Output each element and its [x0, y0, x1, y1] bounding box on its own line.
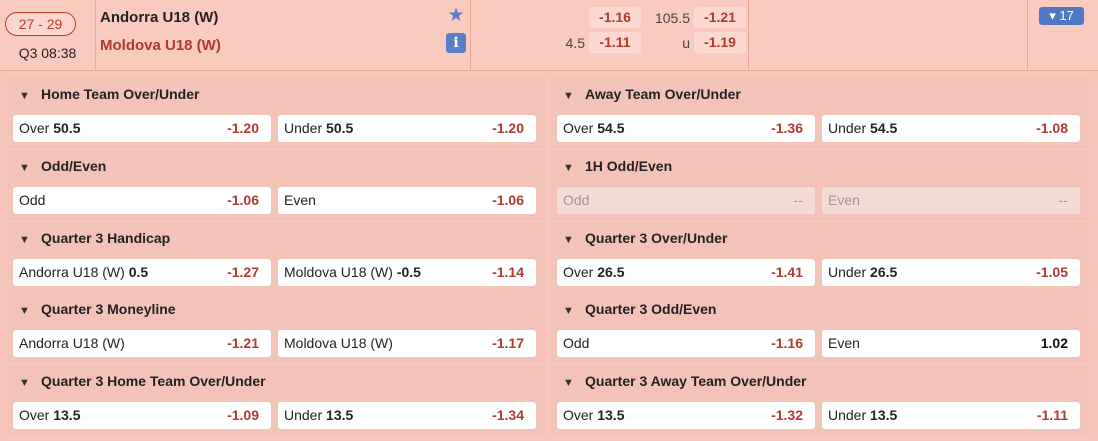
market-panel: ▼ Away Team Over/Under Over 54.5 -1.36 Und…: [551, 78, 1089, 148]
selection-button[interactable]: Over 54.5 -1.36: [557, 115, 815, 142]
chevron-down-icon: ▼: [19, 162, 30, 174]
chevron-down-icon: ▼: [563, 305, 574, 317]
market-panel: ▼ Quarter 3 Home Team Over/Under Over 13.…: [7, 365, 545, 435]
home-team-name[interactable]: Andorra U18 (W): [100, 9, 218, 26]
market-panel: ▼ Quarter 3 Odd/Even Odd -1.16 Even 1.02: [551, 293, 1089, 363]
market-title[interactable]: ▼ Home Team Over/Under: [19, 86, 199, 102]
market-panel: ▼ Quarter 3 Over/Under Over 26.5 -1.41 Und…: [551, 222, 1089, 292]
market-title[interactable]: ▼ Quarter 3 Home Team Over/Under: [19, 373, 266, 389]
selection-button[interactable]: Moldova U18 (W) -0.5 -1.14: [278, 259, 536, 286]
match-header: 27 - 29 Q3 08:38 Andorra U18 (W) Moldova…: [0, 0, 1098, 71]
chevron-down-icon: ▼: [19, 305, 30, 317]
selection-button[interactable]: Odd -1.06: [13, 187, 271, 214]
selection-button[interactable]: Over 13.5 -1.09: [13, 402, 271, 429]
selection-button[interactable]: Even 1.02: [822, 330, 1080, 357]
market-title[interactable]: ▼ Quarter 3 Odd/Even: [563, 301, 716, 317]
chevron-down-icon: ▼: [19, 90, 30, 102]
under-label: u: [682, 35, 690, 51]
selection-button[interactable]: Even -1.06: [278, 187, 536, 214]
chevron-down-icon: ▼: [563, 377, 574, 389]
info-icon[interactable]: i: [446, 33, 466, 53]
handicap-home-odds[interactable]: -1.16: [589, 7, 641, 28]
selection-button[interactable]: Over 13.5 -1.32: [557, 402, 815, 429]
total-over-odds[interactable]: -1.21: [694, 7, 746, 28]
selection-button[interactable]: Under 50.5 -1.20: [278, 115, 536, 142]
selection-button[interactable]: Under 54.5 -1.08: [822, 115, 1080, 142]
selection-button-disabled: Odd --: [557, 187, 815, 214]
market-title[interactable]: ▼ Quarter 3 Handicap: [19, 230, 170, 246]
divider: [95, 0, 96, 71]
selection-button[interactable]: Over 50.5 -1.20: [13, 115, 271, 142]
total-line: 105.5: [654, 10, 690, 26]
selection-button-disabled: Even --: [822, 187, 1080, 214]
market-title[interactable]: ▼ Odd/Even: [19, 158, 106, 174]
more-markets-button[interactable]: ▾ 17: [1039, 7, 1084, 25]
selection-button[interactable]: Over 26.5 -1.41: [557, 259, 815, 286]
market-panel: ▼ Quarter 3 Handicap Andorra U18 (W) 0.5-…: [7, 222, 545, 292]
selection-button[interactable]: Andorra U18 (W) 0.5 -1.27: [13, 259, 271, 286]
chevron-down-icon: ▼: [19, 234, 30, 246]
match-clock: Q3 08:38: [18, 45, 77, 61]
chevron-down-icon: ▼: [563, 234, 574, 246]
divider: [1027, 0, 1028, 71]
chevron-down-icon: ▼: [563, 90, 574, 102]
handicap-line: 4.5: [565, 35, 585, 51]
away-team-name[interactable]: Moldova U18 (W): [100, 37, 221, 54]
selection-button[interactable]: Moldova U18 (W) -1.17: [278, 330, 536, 357]
market-title[interactable]: ▼ Quarter 3 Moneyline: [19, 301, 176, 317]
chevron-down-icon: ▼: [563, 162, 574, 174]
handicap-away-odds[interactable]: -1.11: [589, 32, 641, 53]
market-title[interactable]: ▼ 1H Odd/Even: [563, 158, 672, 174]
divider: [748, 0, 749, 71]
score-badge: 27 - 29: [5, 12, 76, 36]
market-panel: ▼ Quarter 3 Moneyline Andorra U18 (W) -1.2…: [7, 293, 545, 363]
market-panel: ▼ 1H Odd/Even Odd -- Even --: [551, 150, 1089, 220]
market-title[interactable]: ▼ Quarter 3 Over/Under: [563, 230, 727, 246]
selection-button[interactable]: Under 26.5 -1.05: [822, 259, 1080, 286]
total-under-odds[interactable]: -1.19: [694, 32, 746, 53]
divider: [470, 0, 471, 71]
selection-button[interactable]: Odd -1.16: [557, 330, 815, 357]
market-panel: ▼ Quarter 3 Away Team Over/Under Over 13.…: [551, 365, 1089, 435]
selection-button[interactable]: Under 13.5 -1.34: [278, 402, 536, 429]
market-title[interactable]: ▼ Away Team Over/Under: [563, 86, 741, 102]
market-panel: ▼ Home Team Over/Under Over 50.5 -1.20 Und…: [7, 78, 545, 148]
selection-button[interactable]: Under 13.5 -1.11: [822, 402, 1080, 429]
selection-button[interactable]: Andorra U18 (W) -1.21: [13, 330, 271, 357]
star-icon[interactable]: ★: [446, 6, 466, 26]
chevron-down-icon: ▼: [19, 377, 30, 389]
market-title[interactable]: ▼ Quarter 3 Away Team Over/Under: [563, 373, 807, 389]
market-panel: ▼ Odd/Even Odd -1.06 Even -1.06: [7, 150, 545, 220]
